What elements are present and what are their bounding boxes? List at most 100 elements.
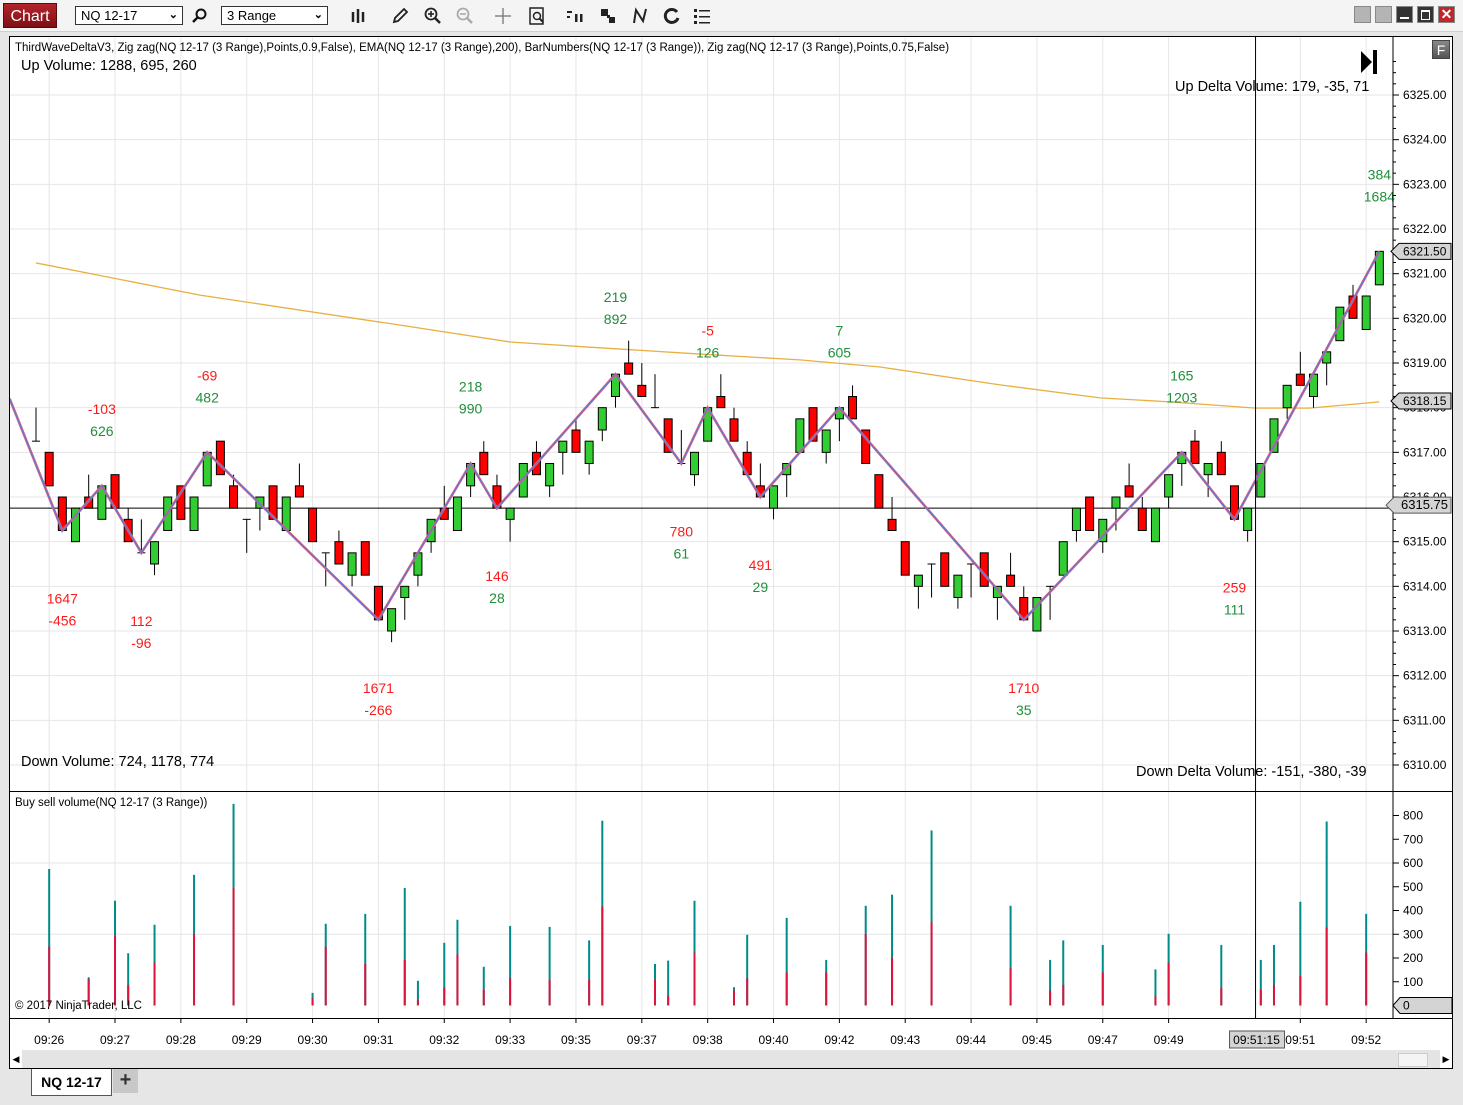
candle — [940, 552, 950, 587]
time-tick-label: 09:52 — [1351, 1033, 1381, 1047]
bar-label-volume: 126 — [696, 345, 720, 361]
candle — [1150, 507, 1160, 543]
candle-body-up — [690, 451, 699, 476]
volume-tick-label: 300 — [1403, 927, 1423, 941]
volume-tick-label: 600 — [1403, 856, 1423, 870]
price-tick-label: 6321.00 — [1403, 267, 1447, 281]
bar-label-volume: -266 — [364, 702, 392, 718]
candle — [1085, 496, 1095, 532]
bar-label-volume: 61 — [674, 546, 690, 562]
candle — [1137, 497, 1147, 532]
grid-lines — [10, 37, 1393, 1018]
candle-body-up — [597, 407, 607, 431]
zigzag-0.75-line — [10, 251, 1380, 621]
candle-body-down — [1006, 574, 1016, 587]
volume-panel-title: Buy sell volume(NQ 12-17 (3 Range)) — [15, 797, 208, 809]
price-tick-label: 6317.00 — [1403, 445, 1447, 459]
bar-label-delta: 1647 — [47, 591, 78, 607]
candle — [558, 440, 568, 475]
time-tick-label: 09:26 — [34, 1033, 64, 1047]
volume-tick-label: 100 — [1403, 975, 1423, 989]
time-tick-label: 09:29 — [232, 1033, 262, 1047]
zigzag-line — [10, 250, 1381, 622]
up-delta-volume-text: Up Delta Volume: 179, -35, 71 — [1175, 79, 1370, 95]
price-tick-label: 6315.00 — [1403, 535, 1447, 549]
candle-body-up — [1243, 507, 1253, 532]
up-volume-text: Up Volume: 1288, 695, 260 — [21, 58, 197, 74]
candle-body-up — [189, 496, 199, 532]
candle-body-up — [769, 485, 779, 509]
candle-body-down — [848, 396, 858, 420]
scroll-thumb[interactable] — [1398, 1053, 1428, 1067]
candle — [44, 451, 54, 487]
bar-label-volume: 626 — [90, 423, 114, 439]
volume-tick-label: 400 — [1403, 904, 1423, 918]
bar-label-delta: 146 — [485, 568, 509, 584]
price-tick-label: 6322.00 — [1403, 222, 1447, 236]
time-tick-label: 09:43 — [890, 1033, 920, 1047]
candle — [650, 374, 659, 409]
bar-label-delta: 219 — [604, 289, 628, 305]
time-tick-label: 09:40 — [759, 1033, 789, 1047]
scroll-right-icon[interactable]: ▶ — [1440, 1050, 1452, 1068]
bar-label-delta: 384 — [1368, 166, 1392, 182]
bar-label-volume: 990 — [459, 401, 483, 417]
candle-body-up — [452, 496, 462, 532]
candle-body-up — [347, 552, 357, 576]
candle — [294, 463, 304, 498]
scroll-left-icon[interactable]: ◀ — [10, 1050, 22, 1068]
candle-body-down — [716, 396, 726, 409]
candle-body-up — [1058, 541, 1068, 576]
candle-body-down — [571, 429, 581, 453]
time-tick-label: 09:30 — [298, 1033, 328, 1047]
time-tick-label: 09:42 — [824, 1033, 854, 1047]
volume-tick-label: 500 — [1403, 880, 1423, 894]
candle — [387, 608, 397, 643]
bar-label-delta: 1710 — [1008, 680, 1039, 696]
bar-label-delta: 218 — [459, 379, 483, 395]
f-button[interactable]: F — [1432, 40, 1450, 59]
volume-tick-label: 200 — [1403, 951, 1423, 965]
price-tag-label: 6315.75 — [1401, 497, 1448, 512]
candle — [1243, 507, 1253, 542]
candle — [1322, 351, 1332, 386]
candle — [1006, 552, 1016, 587]
candle — [1058, 541, 1068, 576]
bar-label-delta: 112 — [130, 613, 153, 629]
scroll-to-end-icon[interactable] — [1360, 49, 1378, 75]
candle-body-down — [1216, 451, 1226, 476]
horizontal-scrollbar[interactable]: ◀ ▶ — [10, 1050, 1452, 1068]
candle — [729, 407, 739, 442]
volume-tick-label: 700 — [1403, 832, 1423, 846]
candle-body-down — [900, 541, 910, 576]
crosshair-time-label: 09:51:15 — [1233, 1033, 1280, 1047]
candle-body-down — [294, 485, 304, 498]
price-tick-label: 6319.00 — [1403, 356, 1447, 370]
time-tick-label: 09:27 — [100, 1033, 130, 1047]
candle — [637, 363, 647, 398]
candle — [334, 530, 344, 565]
bar-label-delta: 259 — [1223, 579, 1247, 595]
chart-canvas[interactable]: -103 626 -69 482 218 990 219 892 -5 126 7 605 165 120… — [0, 0, 1463, 1105]
candle — [690, 451, 699, 486]
candle — [874, 474, 884, 509]
candle-body-down — [334, 541, 344, 565]
candle — [1164, 474, 1174, 509]
bar-label-volume: 605 — [828, 345, 852, 361]
price-tick-label: 6311.00 — [1403, 713, 1446, 727]
candle-body-down — [637, 384, 647, 398]
add-tab-button[interactable]: + — [113, 1069, 138, 1093]
volume-zero-label: 0 — [1403, 999, 1410, 1013]
bar-label-delta: 1671 — [363, 680, 394, 696]
time-tick-label: 09:44 — [956, 1033, 986, 1047]
candle-body-down — [940, 552, 950, 587]
candle-body-down — [229, 485, 239, 509]
candle — [400, 585, 410, 620]
candle — [584, 440, 594, 475]
price-tick-label: 6320.00 — [1403, 311, 1447, 325]
tab-nq-12-17[interactable]: NQ 12-17 — [31, 1069, 112, 1096]
candle — [624, 340, 634, 375]
candle — [150, 541, 160, 576]
candle-body-up — [913, 574, 923, 587]
price-tick-label: 6323.00 — [1403, 177, 1447, 191]
